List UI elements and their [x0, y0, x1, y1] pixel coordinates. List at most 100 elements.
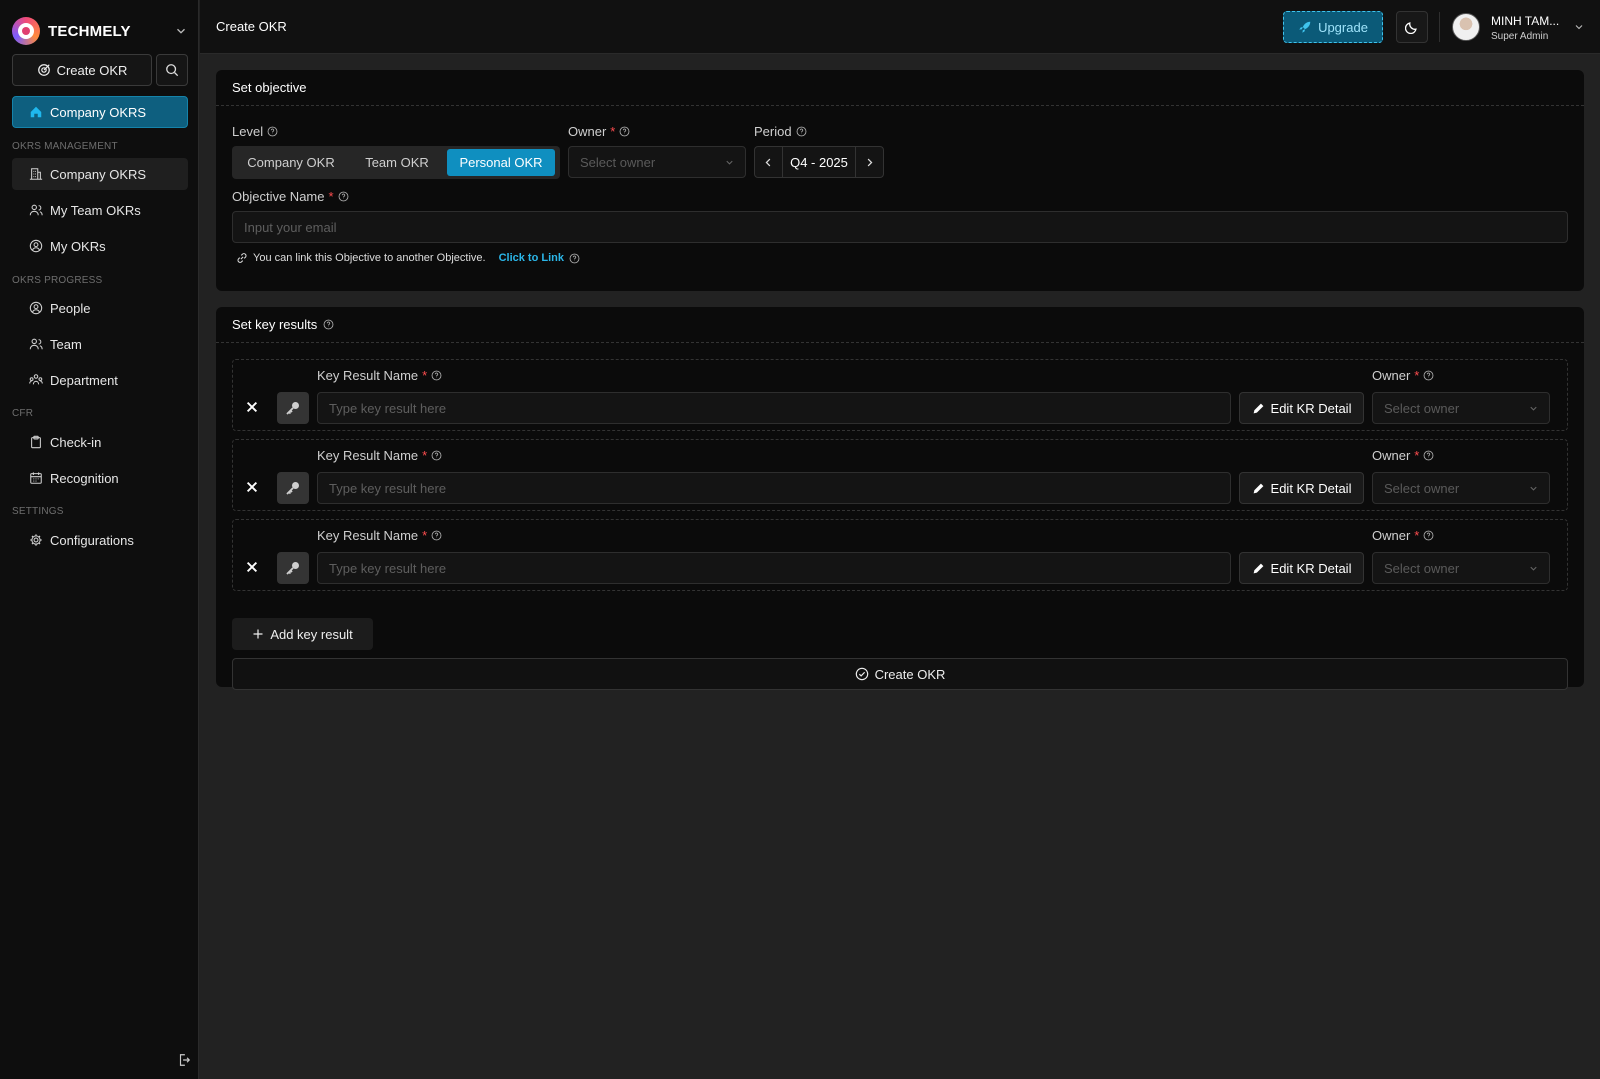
period-value[interactable]: Q4 - 2025	[782, 147, 856, 177]
rocket-icon	[1299, 21, 1311, 33]
sidebar-item-recognition[interactable]: Recognition	[12, 462, 188, 494]
help-icon[interactable]	[569, 253, 580, 264]
kr-owner-label: Owner *	[1372, 368, 1434, 383]
chevron-down-icon	[1530, 566, 1537, 571]
level-option-company[interactable]: Company OKR	[235, 149, 347, 176]
kr-name-label: Key Result Name *	[317, 528, 442, 543]
kr-owner-select[interactable]: Select owner	[1372, 552, 1550, 584]
brand-logo	[12, 17, 40, 45]
sidebar-item-department[interactable]: Department	[12, 364, 188, 396]
brand-switcher[interactable]: TECHMELY	[12, 15, 188, 47]
pencil-icon	[1253, 403, 1263, 413]
search-button[interactable]	[156, 54, 188, 86]
chevron-down-icon	[1530, 406, 1537, 411]
kr-name-input[interactable]: Type key result here	[317, 472, 1231, 504]
help-icon[interactable]	[796, 126, 807, 137]
home-icon	[30, 106, 42, 118]
sidebar-item-my-team-okrs[interactable]: My Team OKRs	[12, 194, 188, 226]
close-icon[interactable]	[245, 400, 259, 414]
edit-kr-detail-button[interactable]: Edit KR Detail	[1239, 552, 1364, 584]
theme-toggle-button[interactable]	[1396, 11, 1428, 43]
sidebar-item-label: People	[50, 300, 91, 316]
help-icon[interactable]	[619, 126, 630, 137]
section-settings: SETTINGS	[12, 506, 64, 517]
section-cfr: CFR	[12, 408, 34, 419]
edit-kr-detail-button[interactable]: Edit KR Detail	[1239, 472, 1364, 504]
key-result-type-button[interactable]	[277, 392, 309, 424]
kr-placeholder: Type key result here	[329, 400, 447, 416]
sidebar-item-label: My OKRs	[50, 238, 106, 254]
create-okr-submit-button[interactable]: Create OKR	[232, 658, 1568, 690]
objective-name-placeholder: Input your email	[244, 219, 337, 235]
section-okrs-progress: OKRS PROGRESS	[12, 275, 103, 286]
sidebar-item-check-in[interactable]: Check-in	[12, 426, 188, 458]
level-option-personal[interactable]: Personal OKR	[447, 149, 555, 176]
logout-icon[interactable]	[177, 1053, 191, 1067]
moon-icon	[1405, 22, 1417, 34]
key-result-row: Key Result Name * Type key result here Ed…	[232, 439, 1568, 511]
kr-owner-label-text: Owner	[1372, 448, 1411, 463]
create-okr-button[interactable]: Create OKR	[12, 54, 152, 86]
help-icon[interactable]	[1423, 370, 1434, 381]
link-note-text: You can link this Objective to another O…	[253, 252, 486, 264]
users-icon	[29, 338, 43, 350]
user-role: Super Admin	[1491, 31, 1549, 42]
link-icon	[237, 253, 247, 263]
chevron-down-icon[interactable]	[1573, 21, 1585, 33]
period-label: Period	[754, 124, 807, 139]
owner-placeholder: Select owner	[580, 154, 656, 170]
brand-name: TECHMELY	[48, 22, 131, 40]
calendar-icon	[30, 472, 42, 484]
nav-company-okrs-home[interactable]: Company OKRS	[12, 96, 188, 128]
edit-kr-label: Edit KR Detail	[1270, 480, 1352, 496]
card-title: Set key results	[232, 317, 318, 332]
period-next-button[interactable]	[856, 147, 883, 177]
key-result-type-button[interactable]	[277, 472, 309, 504]
objective-name-input[interactable]: Input your email	[232, 211, 1568, 243]
set-key-results-card: Set key results Key Result Name * Type ke…	[216, 307, 1584, 690]
help-icon[interactable]	[1423, 530, 1434, 541]
avatar[interactable]	[1452, 13, 1480, 41]
period-picker: Q4 - 2025	[754, 146, 884, 178]
sidebar-item-configurations[interactable]: Configurations	[12, 524, 188, 556]
kr-name-input[interactable]: Type key result here	[317, 552, 1231, 584]
sidebar-item-my-okrs[interactable]: My OKRs	[12, 230, 188, 262]
help-icon[interactable]	[431, 450, 442, 461]
card-header: Set key results	[216, 307, 1584, 343]
help-icon[interactable]	[267, 126, 278, 137]
level-option-team[interactable]: Team OKR	[349, 149, 445, 176]
user-name[interactable]: MINH TAM...	[1491, 14, 1559, 28]
help-icon[interactable]	[1423, 450, 1434, 461]
objective-owner-select[interactable]: Select owner	[568, 146, 746, 178]
check-circle-icon	[855, 667, 868, 681]
kr-owner-select[interactable]: Select owner	[1372, 392, 1550, 424]
key-icon	[286, 482, 299, 495]
link-objective-note: You can link this Objective to another O…	[236, 252, 580, 264]
key-result-row: Key Result Name * Type key result here Ed…	[232, 519, 1568, 591]
close-icon[interactable]	[245, 480, 259, 494]
add-key-result-button[interactable]: Add key result	[232, 618, 373, 650]
close-icon[interactable]	[245, 560, 259, 574]
upgrade-label: Upgrade	[1318, 19, 1368, 35]
key-result-type-button[interactable]	[277, 552, 309, 584]
kr-owner-select[interactable]: Select owner	[1372, 472, 1550, 504]
help-icon[interactable]	[338, 191, 349, 202]
kr-placeholder: Type key result here	[329, 480, 447, 496]
period-prev-button[interactable]	[755, 147, 782, 177]
sidebar-item-company-okrs[interactable]: Company OKRS	[12, 158, 188, 190]
upgrade-button[interactable]: Upgrade	[1283, 11, 1383, 43]
user-circle-icon	[29, 239, 43, 253]
edit-kr-detail-button[interactable]: Edit KR Detail	[1239, 392, 1364, 424]
click-to-link[interactable]: Click to Link	[499, 252, 564, 264]
divider	[1439, 12, 1440, 42]
kr-name-input[interactable]: Type key result here	[317, 392, 1231, 424]
required-mark: *	[1414, 448, 1420, 463]
help-icon[interactable]	[323, 319, 334, 330]
edit-kr-label: Edit KR Detail	[1270, 400, 1352, 416]
kr-owner-label-text: Owner	[1372, 368, 1411, 383]
sidebar-item-team[interactable]: Team	[12, 328, 188, 360]
help-icon[interactable]	[431, 370, 442, 381]
help-icon[interactable]	[431, 530, 442, 541]
sidebar-item-people[interactable]: People	[12, 292, 188, 324]
kr-owner-label-text: Owner	[1372, 528, 1411, 543]
